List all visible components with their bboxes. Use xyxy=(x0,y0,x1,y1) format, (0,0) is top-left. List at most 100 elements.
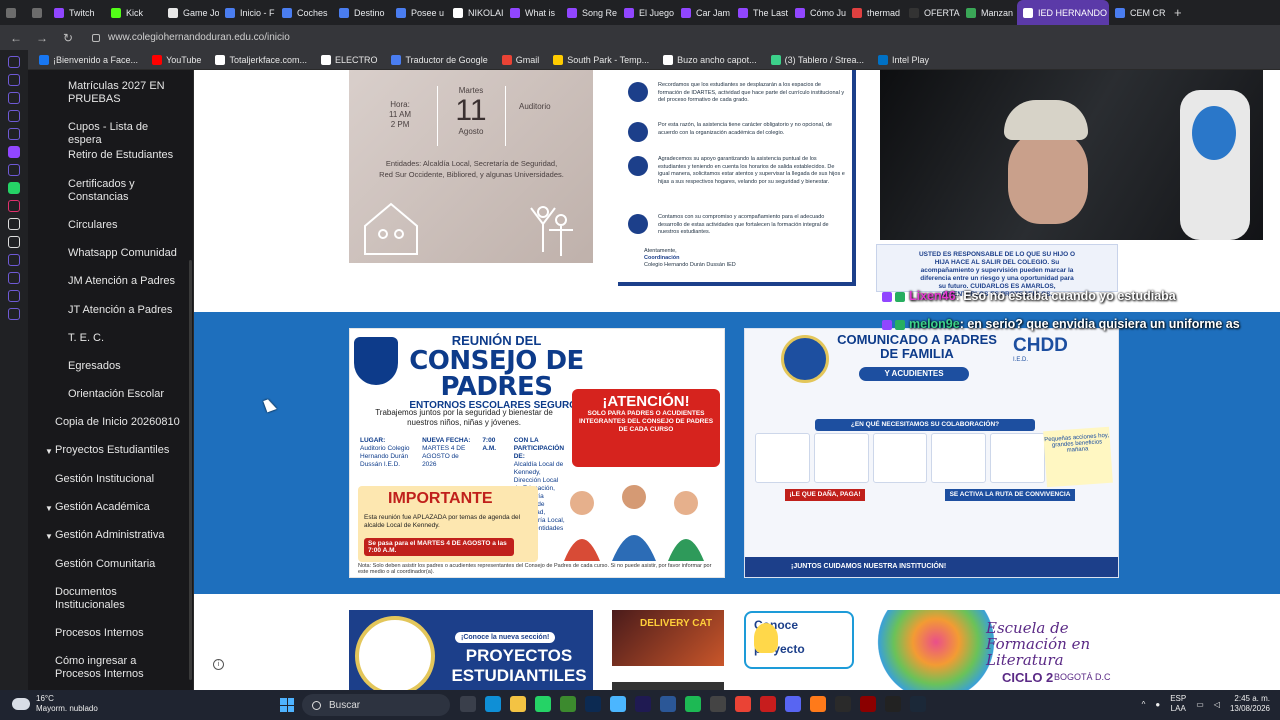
escuela-literatura-banner[interactable]: Escuela de Formación en Literatura CICLO… xyxy=(876,610,1120,690)
twitch-icon[interactable] xyxy=(8,146,20,158)
sidebar-item[interactable]: Procesos Internos xyxy=(55,627,183,640)
firefox-icon[interactable] xyxy=(810,696,826,712)
sidebar-item[interactable]: Certificados y Constancias xyxy=(68,178,180,204)
browser-tab[interactable]: The Last xyxy=(732,0,789,25)
store-icon[interactable] xyxy=(660,696,676,712)
event-card[interactable]: Hora: 11 AM 2 PM Martes 11 Agosto Audito… xyxy=(349,70,593,263)
bookmark-item[interactable]: Buzo ancho capot... xyxy=(658,54,762,65)
taskbar-search[interactable]: Buscar xyxy=(302,694,450,716)
rail-icon[interactable] xyxy=(8,74,20,86)
sidebar-item[interactable]: Copia de Inicio 20260810 xyxy=(55,416,183,429)
sidebar-item[interactable]: Orientación Escolar xyxy=(68,388,180,401)
sidebar-item[interactable]: Egresados xyxy=(68,360,180,373)
whatsapp-icon[interactable] xyxy=(8,182,20,194)
comunicado-flyer[interactable]: COMUNICADO A PADRES DE FAMILIA Y ACUDIEN… xyxy=(744,328,1119,578)
browser-tab[interactable]: El Juego xyxy=(618,0,675,25)
rail-icon[interactable] xyxy=(8,92,20,104)
rail-icon[interactable] xyxy=(8,290,20,302)
network-icon[interactable]: ▭ xyxy=(1196,700,1204,709)
chevron-up-icon[interactable]: ^ xyxy=(1142,700,1146,709)
sidebar-scrollbar[interactable] xyxy=(189,260,192,680)
tiktok-icon[interactable] xyxy=(8,218,20,230)
sidebar-item[interactable]: Retiro de Estudiantes xyxy=(68,149,180,162)
rail-icon[interactable] xyxy=(8,128,20,140)
tab-search-icon[interactable] xyxy=(26,0,48,25)
bookmark-item[interactable]: Totaljerkface.com... xyxy=(210,54,312,65)
premiere-icon[interactable] xyxy=(635,696,651,712)
photoshop-icon[interactable] xyxy=(585,696,601,712)
browser-tab[interactable]: Posee u xyxy=(390,0,447,25)
chevron-down-icon[interactable]: ▼ xyxy=(45,445,53,458)
browser-tab[interactable]: Destino xyxy=(333,0,390,25)
browser-tab[interactable]: OFERTA xyxy=(903,0,960,25)
weather-widget[interactable]: 16°C Mayorm. nublado xyxy=(12,694,98,714)
sidebar-item[interactable]: ▼ Gestión Administrativa xyxy=(45,529,183,542)
browser-tab[interactable]: IED HERNANDO xyxy=(1017,0,1109,25)
thumbnail[interactable] xyxy=(612,682,724,690)
language-indicator[interactable]: ESP LAA xyxy=(1170,694,1186,714)
sidebar-item[interactable]: ▼ Proyectos Estudiantiles xyxy=(45,444,183,457)
bookmark-item[interactable]: (3) Tablero / Strea... xyxy=(766,54,869,65)
sidebar-item[interactable]: Cupos - Lista de espera xyxy=(68,121,180,147)
tab-actions-icon[interactable] xyxy=(0,0,26,25)
browser-tab[interactable]: Kick xyxy=(105,0,162,25)
sidebar-item[interactable]: ▼ Gestión Académica xyxy=(45,501,183,514)
windows-start-icon[interactable] xyxy=(280,698,294,712)
bookmark-item[interactable]: ¡Bienvenido a Face... xyxy=(34,54,143,65)
instagram-icon[interactable] xyxy=(8,200,20,212)
sidebar-item[interactable]: Matrículas 2027 EN PRUEBAS xyxy=(68,80,180,106)
browser-tab[interactable]: NIKOLAI xyxy=(447,0,504,25)
browser-tab[interactable]: Game Jo xyxy=(162,0,219,25)
epic-games-icon[interactable] xyxy=(885,696,901,712)
sidebar-item[interactable]: Gestión Comunitaria xyxy=(55,558,183,571)
chevron-down-icon[interactable]: ▼ xyxy=(45,502,53,515)
rail-icon[interactable] xyxy=(8,164,20,176)
sidebar-item[interactable]: JM Atención a Padres xyxy=(68,275,180,288)
conoce-proyecto-card[interactable]: Conoce el proyecto xyxy=(744,611,854,669)
browser-tab[interactable]: What is xyxy=(504,0,561,25)
clock[interactable]: 2:45 a. m. 13/08/2026 xyxy=(1230,694,1270,714)
browser-tab[interactable]: Coches xyxy=(276,0,333,25)
new-tab-button[interactable]: + xyxy=(1166,5,1190,20)
back-icon[interactable]: ← xyxy=(8,31,24,45)
browser-tab[interactable]: thermad xyxy=(846,0,903,25)
obs-icon[interactable] xyxy=(710,696,726,712)
proyectos-estudiantiles-banner[interactable]: ¡Conoce la nueva sección! PROYECTOS ESTU… xyxy=(349,610,593,690)
x-icon[interactable] xyxy=(8,236,20,248)
browser-tab[interactable]: Twitch xyxy=(48,0,105,25)
edge-icon[interactable] xyxy=(485,696,501,712)
whatsapp-icon[interactable] xyxy=(535,696,551,712)
bookmark-item[interactable]: YouTube xyxy=(147,54,206,65)
url-field[interactable]: www.colegiohernandoduran.edu.co/inicio xyxy=(92,32,290,43)
rail-icon[interactable] xyxy=(8,110,20,122)
sidebar-item[interactable]: Gestión Institucional xyxy=(55,473,183,486)
file-explorer-icon[interactable] xyxy=(510,696,526,712)
chrome-icon[interactable] xyxy=(735,696,751,712)
browser-tab[interactable]: Inicio - F xyxy=(219,0,276,25)
coordination-letter[interactable]: Recordamos que los estudiantes se despla… xyxy=(618,70,856,286)
sidebar-item[interactable]: JT Atención a Padres xyxy=(68,304,180,317)
rail-icon[interactable] xyxy=(8,254,20,266)
sidebar-item[interactable]: Whatsapp Comunidad xyxy=(68,247,180,260)
app-icon[interactable] xyxy=(860,696,876,712)
bookmark-item[interactable]: Traductor de Google xyxy=(386,54,492,65)
copilot-icon[interactable] xyxy=(610,696,626,712)
bookmark-item[interactable]: Gmail xyxy=(497,54,545,65)
task-view-icon[interactable] xyxy=(460,696,476,712)
browser-tab[interactable]: CEM CR xyxy=(1109,0,1166,25)
opera-icon[interactable] xyxy=(760,696,776,712)
browser-tab[interactable]: Cómo Ju xyxy=(789,0,846,25)
rail-icon[interactable] xyxy=(8,56,20,68)
sidebar-item[interactable]: Cómo ingresar a Procesos Internos xyxy=(55,655,183,681)
steam-icon[interactable] xyxy=(835,696,851,712)
discord-icon[interactable] xyxy=(785,696,801,712)
sidebar-item[interactable]: Documentos Institucionales xyxy=(55,586,183,612)
volume-icon[interactable]: ◁ xyxy=(1214,700,1220,709)
browser-tab[interactable]: Song Re xyxy=(561,0,618,25)
bookmark-item[interactable]: ELECTRO xyxy=(316,54,383,65)
minecraft-icon[interactable] xyxy=(560,696,576,712)
reload-icon[interactable]: ↻ xyxy=(60,31,76,45)
info-icon[interactable]: i xyxy=(213,659,224,670)
settings-icon[interactable] xyxy=(8,308,20,320)
steam-icon[interactable] xyxy=(910,696,926,712)
